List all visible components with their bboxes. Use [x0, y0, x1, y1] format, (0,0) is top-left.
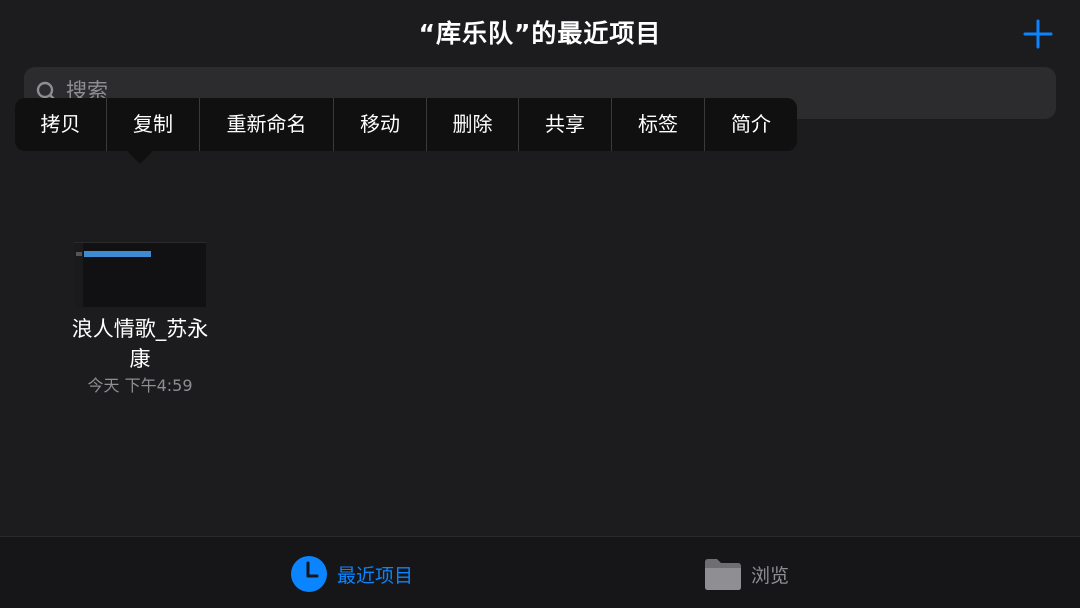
files-app-screen: “库乐队”的最近项目 拷贝 复制 重新命名 移动 删除 共享 标签 简介: [0, 0, 1080, 608]
file-thumbnail: [74, 242, 206, 307]
file-name-line-1: 浪人情歌_苏永: [71, 317, 209, 341]
menu-item-info[interactable]: 简介: [705, 98, 797, 151]
thumbnail-track-marker: [76, 252, 82, 256]
tab-browse-label: 浏览: [751, 565, 790, 587]
menu-item-delete[interactable]: 删除: [427, 98, 519, 151]
menu-item-rename[interactable]: 重新命名: [200, 98, 334, 151]
clock-icon: [291, 556, 327, 592]
folder-icon: [705, 559, 741, 590]
plus-icon: [1023, 19, 1053, 49]
menu-item-move[interactable]: 移动: [334, 98, 427, 151]
file-name: 浪人情歌_苏永 康: [60, 314, 220, 374]
menu-item-tags[interactable]: 标签: [612, 98, 705, 151]
tab-bar: 最近项目 浏览: [0, 536, 1080, 608]
add-button[interactable]: [1018, 14, 1058, 54]
page-title: “库乐队”的最近项目: [418, 19, 662, 48]
menu-item-copy[interactable]: 拷贝: [15, 98, 107, 151]
menu-item-duplicate[interactable]: 复制: [107, 98, 200, 151]
thumbnail-region: [84, 251, 151, 257]
context-menu-pointer: [127, 151, 153, 164]
file-date: 今天 下午4:59: [87, 376, 193, 395]
context-menu: 拷贝 复制 重新命名 移动 删除 共享 标签 简介: [15, 98, 797, 151]
file-name-line-2: 康: [129, 347, 151, 371]
tab-recents-label: 最近项目: [337, 565, 414, 587]
menu-item-share[interactable]: 共享: [519, 98, 612, 151]
